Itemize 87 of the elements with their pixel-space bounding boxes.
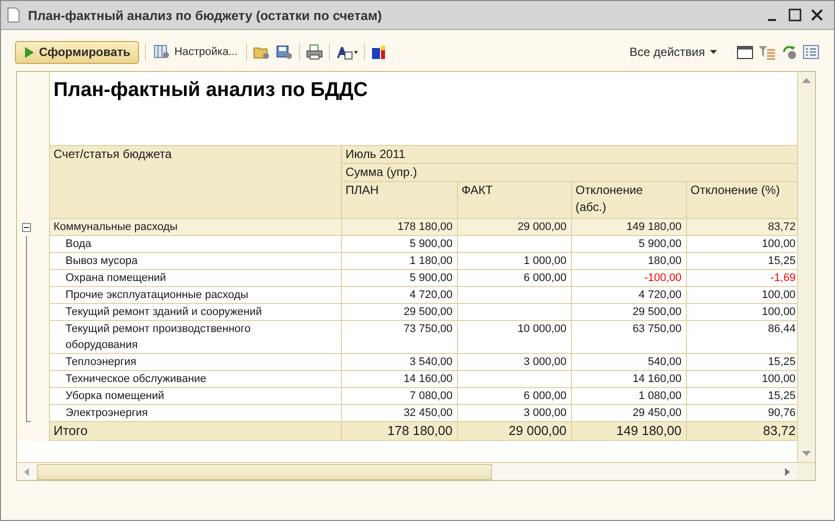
table-cell: 149 180,00	[616, 423, 682, 438]
document-icon	[7, 7, 20, 23]
table-cell: 100,00	[762, 289, 796, 301]
scrollbar-corner	[797, 463, 815, 480]
maximize-icon[interactable]	[788, 8, 802, 22]
table-cell: 32 450,00	[404, 407, 452, 419]
table-cell-text: Вывоз мусора	[66, 254, 139, 269]
filter-icon[interactable]	[759, 44, 775, 60]
column-header: Сумма (упр.)	[346, 165, 418, 179]
table-cell: 3 000,00	[524, 356, 566, 368]
table-cell-text: Вода	[66, 237, 92, 252]
generate-button[interactable]: Сформировать	[15, 40, 140, 64]
table-cell: 4 720,00	[410, 289, 452, 301]
table-cell: 63 750,00	[632, 323, 682, 335]
all-actions-menu[interactable]: Все действия	[628, 45, 719, 59]
table-cell: 29 000,00	[508, 423, 566, 438]
table-cell: 10 000,00	[518, 323, 566, 335]
table-cell: 15,25	[768, 356, 796, 368]
caret-icon	[710, 50, 717, 54]
table-cell: 6 000,00	[524, 390, 566, 402]
table-cell: -1,69	[770, 272, 796, 284]
table-cell: 90,76	[768, 407, 796, 419]
table-cell: 86,44	[768, 323, 796, 335]
table-cell: Коммунальные расходы	[54, 221, 178, 233]
column-header: Отклонение (абс.)	[576, 182, 644, 216]
printer-icon[interactable]	[306, 44, 323, 60]
table-cell: 178 180,00	[397, 221, 452, 233]
table-cell: 29 500,00	[404, 306, 452, 318]
horizontal-scrollbar[interactable]	[17, 463, 797, 480]
table-cell-text: Охрана помещений	[66, 271, 168, 286]
column-header: Отклонение (%)	[690, 182, 781, 199]
column-header: ПЛАН	[346, 182, 380, 199]
table-cell: 14 160,00	[632, 373, 682, 385]
table-cell: 73 750,00	[404, 323, 452, 335]
table-cell-text: Техническое обслуживание	[66, 372, 208, 387]
table-cell-text: Теплоэнергия	[66, 355, 138, 370]
window-title: План-фактный анализ по бюджету (остатки по счетам)	[28, 8, 382, 22]
column-header: Счет/статья бюджета	[54, 147, 172, 161]
table-cell: 7 080,00	[410, 390, 452, 402]
table-cell: 6 000,00	[524, 272, 566, 284]
refresh-icon[interactable]	[781, 44, 797, 60]
table-cell: 3 540,00	[410, 356, 452, 368]
table-cell: 83,72	[763, 423, 796, 438]
collapse-button[interactable]	[22, 222, 31, 232]
table-cell: 1 000,00	[524, 255, 566, 267]
disk-gear-icon[interactable]	[276, 44, 293, 60]
table-cell-text: Электроэнергия	[66, 406, 149, 421]
table-cell-text: Текущий ремонт производственного оборудования	[66, 322, 252, 353]
table-cell: 178 180,00	[387, 423, 452, 438]
column-header: ФАКТ	[462, 182, 494, 199]
table-cell: 5 900,00	[410, 272, 452, 284]
table-cell: 1 080,00	[638, 390, 682, 402]
table-cell-text: Уборка помещений	[66, 389, 166, 404]
table-cell-text: Текущий ремонт зданий и сооружений	[66, 305, 263, 320]
table-cell: 4 720,00	[638, 289, 682, 301]
table-cell-text: Прочие эксплуатационные расходы	[66, 288, 250, 303]
columns-gear-icon	[154, 45, 170, 59]
table-cell: 29 500,00	[632, 306, 682, 318]
table-cell: Итого	[54, 423, 88, 438]
table-cell: 83,72	[768, 221, 796, 233]
table-cell: 15,25	[768, 255, 796, 267]
table-cell: 5 900,00	[638, 238, 682, 250]
report-title: План-фактный анализ по БДДС	[54, 79, 368, 101]
table-cell: 29 000,00	[518, 221, 566, 233]
table-cell: 1 180,00	[410, 255, 452, 267]
play-icon	[24, 46, 34, 58]
table-cell: 180,00	[648, 255, 682, 267]
table-icon[interactable]	[737, 46, 753, 58]
table-cell: 5 900,00	[410, 238, 452, 250]
vertical-scrollbar[interactable]	[797, 72, 815, 462]
folder-gear-icon[interactable]	[252, 44, 270, 60]
table-cell: 15,25	[768, 390, 796, 402]
table-cell: 149 180,00	[626, 221, 682, 233]
close-icon[interactable]	[810, 8, 824, 22]
list-icon[interactable]	[803, 45, 819, 59]
font-dropdown-icon[interactable]	[336, 44, 358, 60]
table-cell: 100,00	[762, 238, 796, 250]
table-cell: 14 160,00	[404, 373, 452, 385]
scroll-thumb[interactable]	[37, 464, 492, 480]
table-cell: 100,00	[762, 306, 796, 318]
table-cell: 100,00	[762, 373, 796, 385]
settings-button[interactable]: Настройка...	[152, 45, 240, 59]
column-header: Июль 2011	[346, 147, 406, 161]
table-cell: 29 450,00	[632, 407, 682, 419]
table-cell: 540,00	[648, 356, 682, 368]
table-cell: 3 000,00	[524, 407, 566, 419]
table-cell: -100,00	[644, 272, 682, 284]
